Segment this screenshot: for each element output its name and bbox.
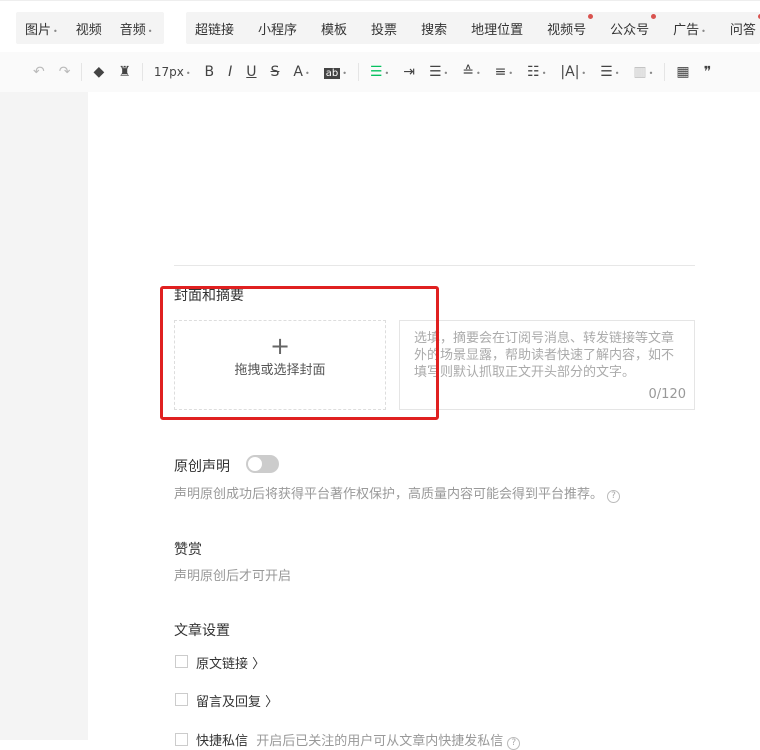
separator [81,63,83,81]
font-color-button[interactable]: A • [286,64,316,80]
reward-desc: 声明原创后才可开启 [174,569,292,584]
align-center-icon[interactable]: ☰ • [422,64,455,80]
line-height-icon[interactable]: ≙ • [455,64,487,80]
caret-icon: • [701,26,706,36]
insert-video[interactable]: 视频 [67,19,111,38]
comments-checkbox[interactable] [175,693,188,706]
insert-link[interactable]: 超链接 [186,19,243,38]
caret-icon: • [185,69,191,78]
strikethrough-button[interactable]: S [264,64,287,80]
insert-template[interactable]: 模板 [312,19,356,38]
highlight-box [160,286,439,420]
bg-color-button[interactable]: ab • [317,64,354,80]
undo-icon[interactable]: ↶ [26,64,52,80]
insert-miniprogram[interactable]: 小程序 [249,19,306,38]
separator [664,63,666,81]
insert-account[interactable]: 公众号 [601,13,658,38]
column-icon[interactable]: ▥ • [626,64,660,80]
table-icon[interactable]: ▦ [669,64,696,80]
new-dot [651,13,657,19]
insert-location[interactable]: 地理位置 [462,19,532,38]
label: 图片 [25,22,52,38]
media-group: 图片 • 视频 音频 • [16,12,164,44]
reward-title: 赞赏 [174,542,202,558]
quick-message-label[interactable]: 快捷私信 开启后已关注的用户可从文章内快捷发私信? [196,730,521,750]
label: ab [323,68,341,79]
desc: 开启后已关注的用户可从文章内快捷发私信 [256,734,504,749]
comments-label[interactable]: 留言及回复 〉 [196,691,278,710]
italic-button[interactable]: I [221,64,239,80]
abstract-textarea[interactable]: 选填，摘要会在订阅号消息、转发链接等文章外的场景显露，帮助读者快速了解内容，如不… [399,320,695,410]
label: 音频 [119,22,146,38]
new-dot [588,13,594,19]
left-panel [0,92,88,740]
original-desc: 声明原创成功后将获得平台著作权保护，高质量内容可能会得到平台推荐。? [174,483,621,503]
format-painter-icon[interactable]: ♜ [111,64,138,80]
help-icon[interactable]: ? [507,737,521,750]
insert-audio[interactable]: 音频 • [111,19,162,38]
insert-group: 超链接 小程序 模板 投票 搜索 地理位置 视频号 公众号 广告 • 问答 [186,12,760,44]
caret-icon: • [147,26,153,36]
font-size-select[interactable]: 17px • [147,65,198,79]
indent-spacing-icon[interactable]: ☷ • [520,64,553,80]
underline-button[interactable]: U [239,64,263,80]
list-icon[interactable]: ☰ • [593,64,626,80]
label: 广告 [673,22,700,38]
label: 视频号 [547,22,587,38]
quote-icon[interactable]: ❞ [697,64,719,80]
separator [141,63,143,81]
eraser-icon[interactable]: ◆ [86,64,111,80]
label: 问答 [729,22,756,38]
insert-qa[interactable]: 问答 [721,13,760,38]
insert-channels[interactable]: 视频号 [538,13,595,38]
original-toggle[interactable] [246,455,279,473]
letter-spacing-icon[interactable]: |A| • [553,64,593,80]
caret-icon: • [53,26,58,36]
bold-button[interactable]: B [198,64,222,80]
label: 快捷私信 [196,734,249,749]
insert-bar: 图片 • 视频 音频 • 超链接 小程序 模板 投票 搜索 地理位置 视频号 公众号… [0,0,760,52]
char-counter: 0/120 [648,387,686,402]
desc-text: 声明原创成功后将获得平台著作权保护，高质量内容可能会得到平台推荐。 [174,487,604,502]
label: 公众号 [610,22,650,38]
insert-search[interactable]: 搜索 [412,19,456,38]
help-icon[interactable]: ? [607,490,621,503]
divider [174,265,695,266]
format-toolbar: ↶ ↷ ◆ ♜ 17px • B I U S A • ab • ☰ • ⇥ ☰ • ≙ • … [0,52,760,92]
caret-icon: • [305,69,310,78]
insert-image[interactable]: 图片 • [16,19,67,38]
original-link-label[interactable]: 原文链接 〉 [196,653,265,672]
redo-icon[interactable]: ↷ [52,64,78,80]
original-title: 原创声明 [174,459,230,475]
original-link-checkbox[interactable] [175,655,188,668]
insert-vote[interactable]: 投票 [362,19,406,38]
caret-icon: • [342,69,347,78]
insert-ad[interactable]: 广告 • [664,19,715,38]
abstract-placeholder: 选填，摘要会在订阅号消息、转发链接等文章外的场景显露，帮助读者快速了解内容，如不… [414,331,675,380]
separator [357,63,359,81]
indent-icon[interactable]: ⇥ [396,64,422,80]
align-left-icon[interactable]: ☰ • [363,64,396,80]
article-settings-title: 文章设置 [174,623,230,639]
font-size-value: 17px [153,65,184,79]
label: A [293,64,303,80]
paragraph-spacing-icon[interactable]: ≡ • [488,64,520,80]
